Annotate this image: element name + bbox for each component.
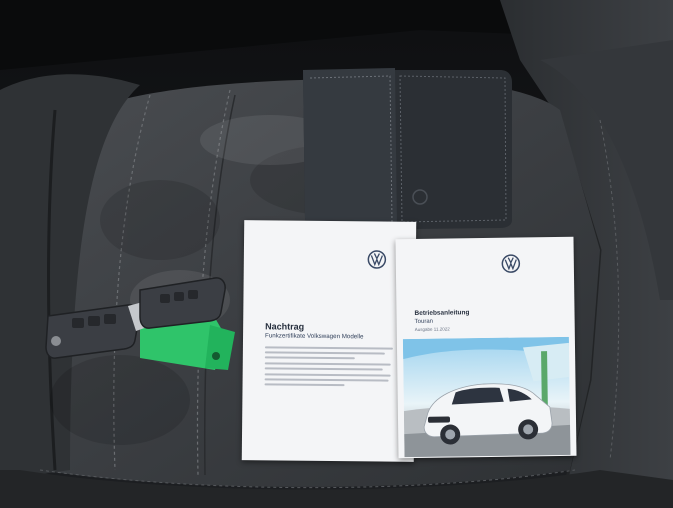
booklet-radio-certificates: Nachtrag Funkzertifikate Volkswagen Mode… — [241, 220, 417, 462]
booklet-owners-manual: Betriebsanleitung Touran Ausgabe 11.2022 — [395, 236, 577, 459]
booklet-right-edition: Ausgabe 11.2022 — [414, 326, 450, 332]
vw-logo-icon — [367, 250, 387, 269]
vw-logo-icon — [501, 254, 521, 273]
booklet-left-body-text — [264, 346, 395, 389]
booklet-left-subtitle: Funkzertifikate Volkswagen Modelle — [265, 332, 364, 341]
cover-car-photo — [402, 336, 571, 458]
document-wallet — [303, 68, 512, 230]
booklet-left-title: Nachtrag — [265, 321, 305, 332]
photo-scene: Nachtrag Funkzertifikate Volkswagen Mode… — [0, 0, 673, 508]
booklet-right-title: Betriebsanleitung — [414, 309, 470, 317]
booklet-right-model: Touran — [414, 318, 434, 325]
